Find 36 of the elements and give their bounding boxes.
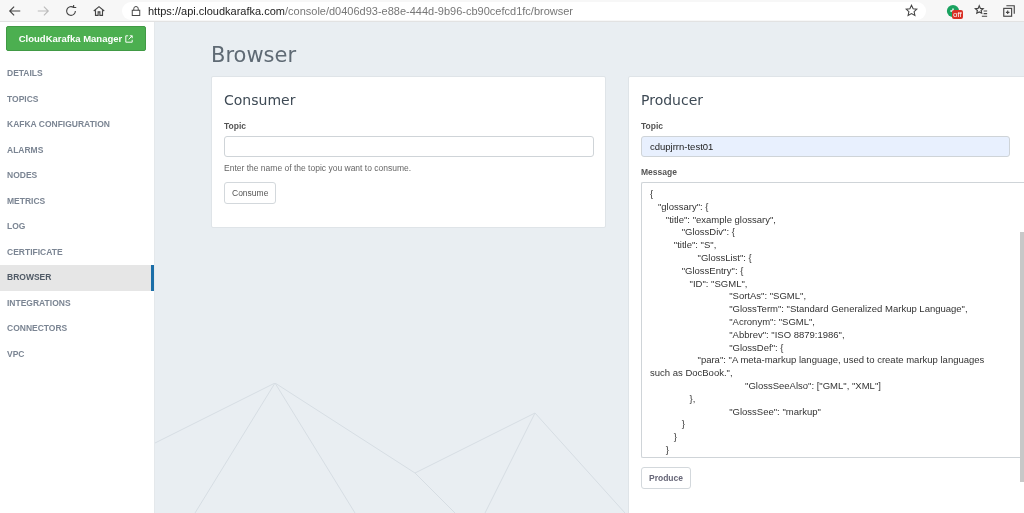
topic-field[interactable]: cdupjrrn-test01 [641, 136, 1010, 157]
star-icon[interactable] [905, 4, 918, 17]
favorites-icon[interactable] [974, 3, 988, 18]
sidebar-item[interactable]: CONNECTORS [0, 316, 154, 342]
sidebar-item[interactable]: METRICS [0, 188, 154, 214]
extension-badge: off [952, 9, 963, 19]
sidebar-item[interactable]: KAFKA CONFIGURATION [0, 112, 154, 138]
home-icon[interactable] [92, 3, 106, 18]
consume-button[interactable]: Consume [224, 182, 277, 204]
sidebar-item[interactable]: DETAILS [0, 61, 154, 87]
scrollbar[interactable] [1020, 232, 1024, 482]
collections-icon[interactable] [1002, 3, 1016, 18]
help-text: Enter the name of the topic you want to consume. [224, 163, 413, 173]
sidebar-item[interactable]: TOPICS [0, 86, 154, 112]
external-link-icon [125, 34, 134, 43]
back-icon[interactable] [8, 3, 22, 18]
page-title: Browser [211, 42, 298, 68]
topic-field[interactable] [224, 136, 594, 157]
card-title: Consumer [224, 91, 297, 109]
sidebar-item[interactable]: VPC [0, 341, 154, 367]
field-label: Message [641, 167, 678, 177]
sidebar-item[interactable]: CERTIFICATE [0, 239, 154, 265]
card-title: Producer [641, 91, 705, 109]
url-text: https://api.cloudkarafka.com/console/d0406d93-e88e-444d-9b96-cb90cefcd1fc/browser [148, 4, 573, 17]
address-bar[interactable]: https://api.cloudkarafka.com/console/d0406d93-e88e-444d-9b96-cb90cefcd1fc/browser [122, 1, 926, 20]
field-label: Topic [224, 121, 248, 131]
manager-button[interactable]: CloudKarafka Manager [6, 26, 146, 51]
sidebar-item[interactable]: ALARMS [0, 137, 154, 163]
sidebar-item[interactable]: NODES [0, 163, 154, 189]
reload-icon[interactable] [64, 3, 78, 18]
sidebar-item[interactable]: BROWSER [0, 265, 154, 291]
sidebar-item[interactable]: LOG [0, 214, 154, 240]
sidebar-item[interactable]: INTEGRATIONS [0, 290, 154, 316]
produce-button[interactable]: Produce [641, 467, 691, 489]
field-label: Topic [641, 121, 665, 131]
lock-icon[interactable] [130, 4, 142, 17]
